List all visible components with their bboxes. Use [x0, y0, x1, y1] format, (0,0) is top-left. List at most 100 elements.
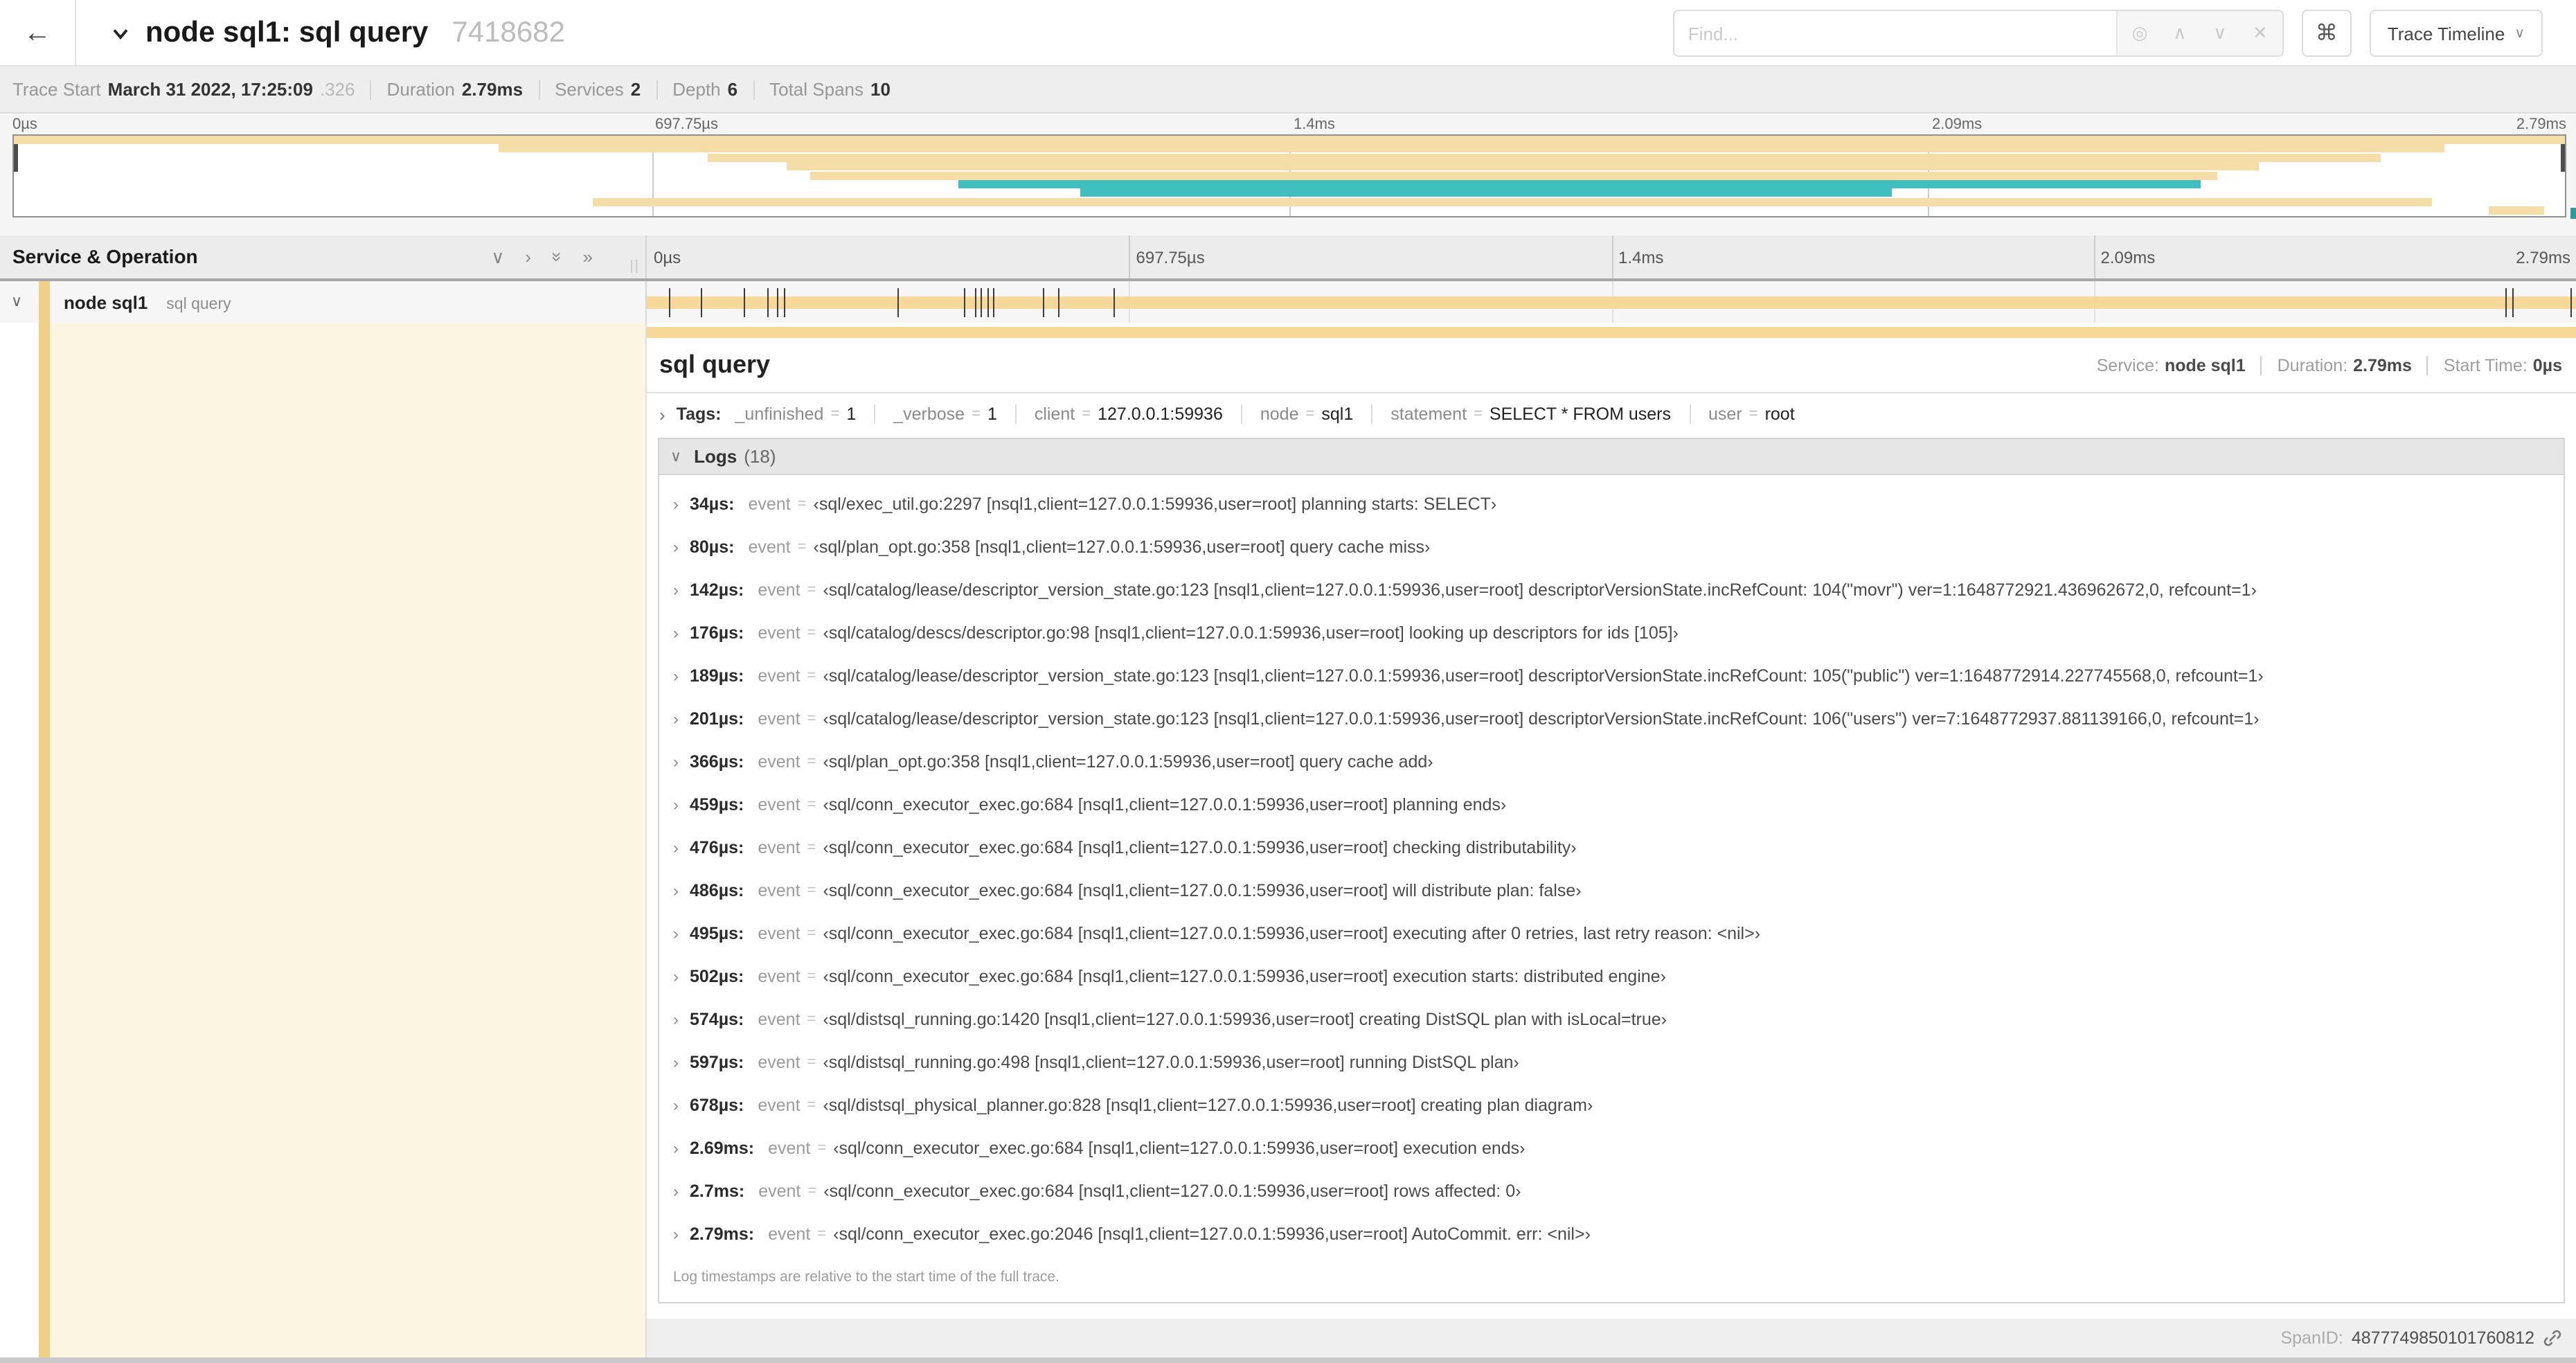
log-field-value: ‹sql/catalog/descs/descriptor.go:98 [nsq… [823, 623, 1679, 642]
tag-item[interactable]: user = root [1689, 404, 1813, 424]
log-timestamp: 597µs: [690, 1052, 744, 1071]
log-entry[interactable]: › 502µs: event = ‹sql/conn_executor_exec.go:… [668, 954, 2555, 997]
equals-sign: = [972, 406, 981, 422]
tag-item[interactable]: _verbose = 1 [874, 404, 1015, 424]
log-field-value: ‹sql/plan_opt.go:358 [nsql1,client=127.0… [813, 537, 1431, 556]
log-entry[interactable]: › 459µs: event = ‹sql/conn_executor_exec.go:… [668, 783, 2555, 826]
keyboard-shortcuts-button[interactable]: ⌘ [2301, 10, 2352, 57]
log-timestamp: 34µs: [690, 494, 735, 513]
log-timestamp: 476µs: [690, 837, 744, 857]
stat-value: 10 [870, 79, 891, 100]
log-entry[interactable]: › 201µs: event = ‹sql/catalog/lease/descript… [668, 697, 2555, 740]
view-selector-label: Trace Timeline [2387, 23, 2505, 44]
chevron-right-icon: › [673, 1009, 679, 1028]
equals-sign: = [830, 406, 840, 422]
stat-value: 2 [630, 79, 641, 100]
span-children-toggle-icon[interactable]: ∨ [11, 292, 22, 310]
log-event-tick [744, 288, 746, 317]
service-operation-title: Service & Operation [12, 245, 198, 267]
collapse-all-icon[interactable]: » [546, 252, 567, 262]
axis-tick: 2.79ms [2516, 116, 2566, 133]
expand-all-icon[interactable]: » [583, 247, 593, 267]
equals-sign: = [1082, 406, 1091, 422]
stat-duration: Duration 2.79ms [387, 79, 523, 100]
equals-sign: = [807, 882, 816, 898]
log-field-key: event [758, 666, 800, 685]
log-entry[interactable]: › 34µs: event = ‹sql/exec_util.go:2297 [nsql… [668, 482, 2555, 525]
column-resizer-grip[interactable]: || [630, 259, 640, 274]
log-entry[interactable]: › 366µs: event = ‹sql/plan_opt.go:358 [nsql1… [668, 740, 2555, 783]
log-entry[interactable]: › 597µs: event = ‹sql/distsql_running.go:498… [668, 1040, 2555, 1083]
clear-find-icon[interactable]: ✕ [2242, 22, 2278, 44]
log-entry[interactable]: › 495µs: event = ‹sql/conn_executor_exec.go:… [668, 911, 2555, 954]
chevron-right-icon: › [659, 404, 665, 425]
detail-left-gutter [0, 323, 647, 1357]
next-match-icon[interactable]: ∨ [2202, 22, 2238, 44]
log-timestamp: 678µs: [690, 1095, 744, 1114]
chevron-right-icon: › [673, 580, 679, 599]
gridline [2093, 235, 2095, 278]
back-button[interactable]: ← [0, 0, 76, 66]
log-entry[interactable]: › 678µs: event = ‹sql/distsql_physical_plann… [668, 1083, 2555, 1126]
logs-footnote: Log timestamps are relative to the start… [673, 1269, 1059, 1285]
logs-header[interactable]: ∨ Logs (18) [659, 439, 2564, 475]
span-detail-panel: sql query Service: node sql1 Duration: 2… [647, 323, 2576, 1357]
tag-key: user [1708, 404, 1742, 424]
tag-item[interactable]: node = sql1 [1240, 404, 1371, 424]
log-event-tick [992, 288, 994, 317]
tag-item[interactable]: statement = SELECT * FROM users [1371, 404, 1689, 424]
minimap-span-bar [498, 144, 2445, 153]
equals-sign: = [807, 710, 816, 727]
axis-tick: 697.75µs [655, 116, 718, 133]
log-entry[interactable]: › 2.7ms: event = ‹sql/conn_executor_exec.go:… [668, 1169, 2555, 1212]
log-timestamp: 189µs: [690, 666, 744, 685]
log-field-value: ‹sql/conn_executor_exec.go:684 [nsql1,cl… [823, 1181, 1521, 1200]
tag-value: sql1 [1321, 404, 1354, 424]
stat-label: Duration [386, 79, 455, 100]
gridline [1129, 235, 1131, 278]
log-event-tick [1042, 288, 1044, 317]
log-entry[interactable]: › 476µs: event = ‹sql/conn_executor_exec.go:… [668, 826, 2555, 868]
log-field-value: ‹sql/conn_executor_exec.go:684 [nsql1,cl… [833, 1138, 1526, 1157]
view-selector-button[interactable]: Trace Timeline ∨ [2369, 10, 2543, 57]
log-entry[interactable]: › 2.69ms: event = ‹sql/conn_executor_exec.go… [668, 1126, 2555, 1169]
span-detail-card: sql query Service: node sql1 Duration: 2… [647, 338, 2576, 1319]
trace-collapse-chevron-icon[interactable] [108, 21, 133, 46]
minimap-span-bar [708, 153, 2381, 162]
duration-value: 2.79ms [2353, 355, 2412, 375]
log-entry[interactable]: › 176µs: event = ‹sql/catalog/descs/descript… [668, 611, 2555, 654]
log-timestamp: 142µs: [690, 580, 744, 599]
log-entry[interactable]: › 574µs: event = ‹sql/distsql_running.go:142… [668, 997, 2555, 1040]
log-field-value: ‹sql/conn_executor_exec.go:684 [nsql1,cl… [823, 966, 1666, 986]
stat-label: Depth [672, 79, 721, 100]
log-field-key: event [768, 1224, 811, 1243]
tag-item[interactable]: client = 127.0.0.1:59936 [1014, 404, 1241, 424]
chevron-right-icon: › [673, 1181, 679, 1200]
minimap-axis: 0µs 697.75µs 1.4ms 2.09ms 2.79ms [12, 116, 2566, 134]
collapse-one-icon[interactable]: ∨ [491, 247, 504, 267]
span-bar-area[interactable] [647, 281, 2576, 323]
log-field-value: ‹sql/catalog/lease/descriptor_version_st… [823, 580, 2257, 599]
expand-one-icon[interactable]: › [525, 247, 531, 267]
span-duration-bar[interactable] [647, 296, 2576, 309]
gridline [1611, 235, 1613, 278]
log-entry[interactable]: › 2.79ms: event = ‹sql/conn_executor_exec.go… [668, 1212, 2555, 1255]
span-service-name: node sql1 [64, 292, 148, 313]
log-field-key: event [748, 494, 791, 513]
prev-match-icon[interactable]: ∧ [2162, 22, 2198, 44]
logs-block: ∨ Logs (18) › 34µs: event = ‹sql/exec_util.g… [658, 438, 2565, 1303]
deep-link-icon[interactable] [2543, 1328, 2562, 1348]
log-entry[interactable]: › 142µs: event = ‹sql/catalog/lease/descript… [668, 568, 2555, 611]
log-event-tick [981, 288, 983, 317]
span-row-node-sql1[interactable]: ∨ node sql1 sql query [0, 281, 2576, 323]
minimap-canvas[interactable] [12, 134, 2566, 217]
find-input[interactable] [1674, 11, 2116, 55]
log-entry[interactable]: › 189µs: event = ‹sql/catalog/lease/descript… [668, 654, 2555, 697]
bottom-scroll-strip[interactable] [0, 1357, 2576, 1363]
log-entry[interactable]: › 80µs: event = ‹sql/plan_opt.go:358 [nsql1,… [668, 525, 2555, 568]
tags-row[interactable]: › Tags: _unfinished = 1 _verbose = 1 client = 12… [647, 393, 2576, 435]
stat-services: Services 2 [555, 79, 641, 100]
tag-item[interactable]: _unfinished = 1 [735, 404, 875, 424]
log-entry[interactable]: › 486µs: event = ‹sql/conn_executor_exec.go:… [668, 868, 2555, 911]
focus-match-icon[interactable]: ◎ [2122, 22, 2158, 44]
